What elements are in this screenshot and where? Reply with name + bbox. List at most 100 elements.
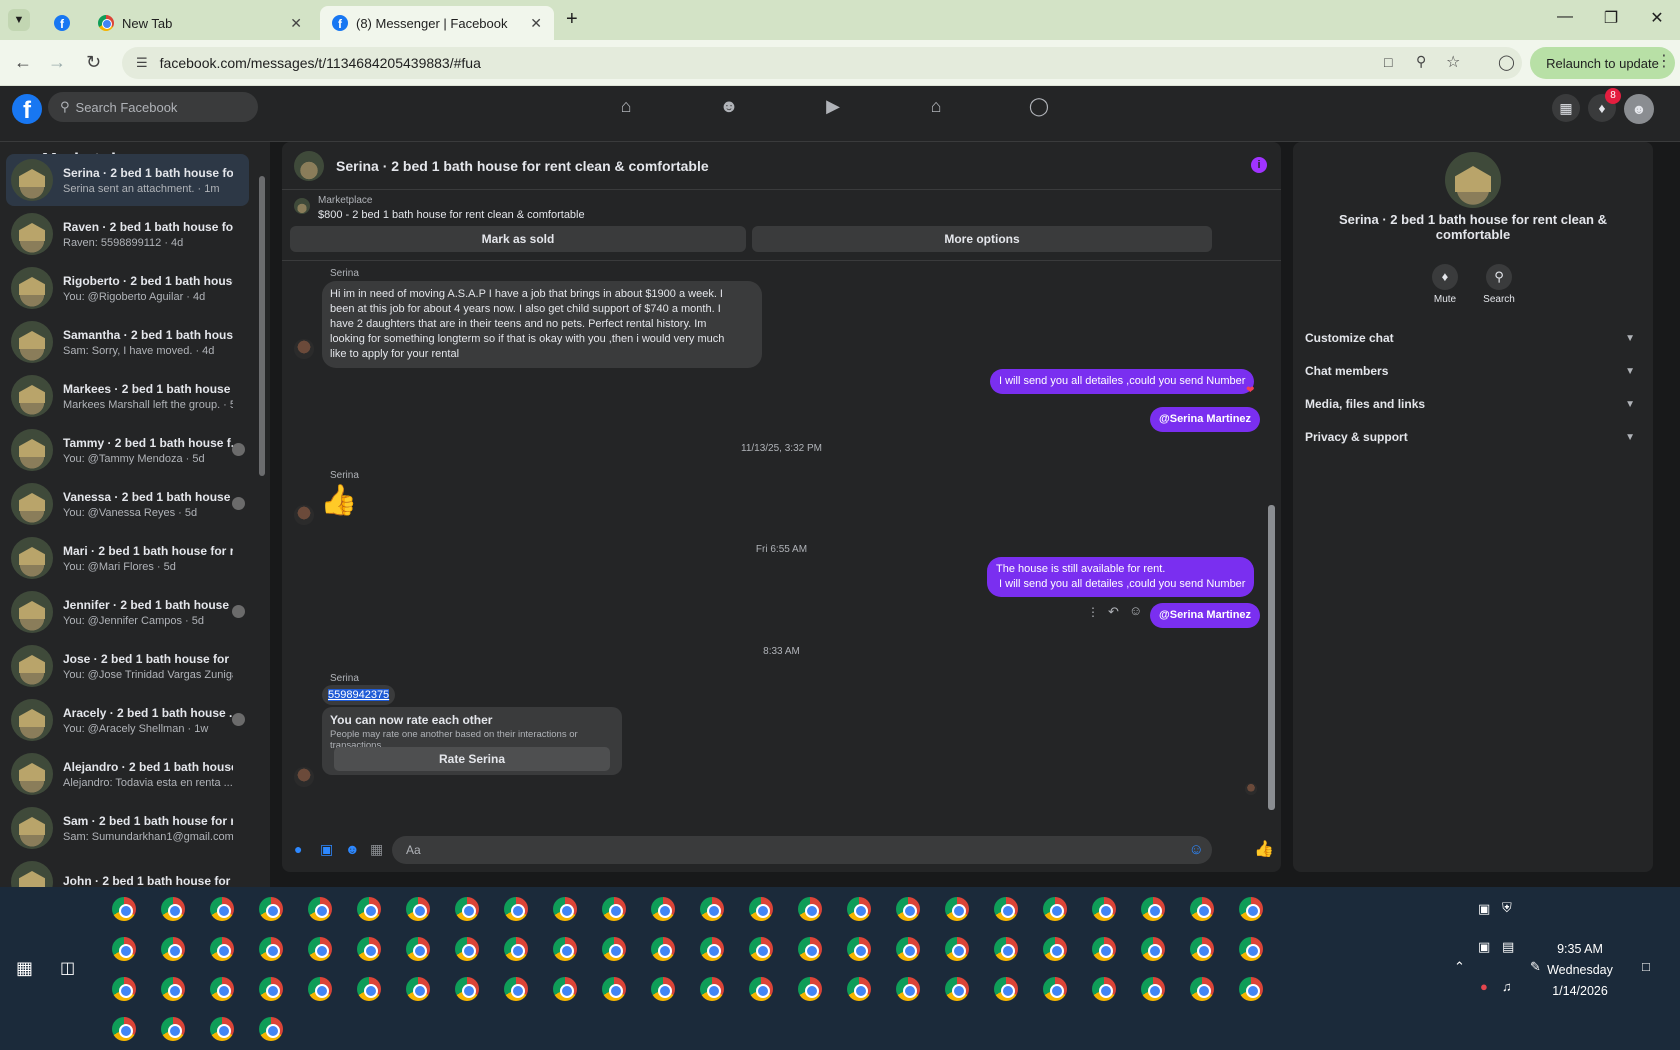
tray-record-icon[interactable]: ● (1480, 979, 1488, 994)
close-window-icon[interactable]: ✕ (1634, 8, 1680, 28)
conversation-item[interactable]: Tammy · 2 bed 1 bath house f... You: @Tam… (6, 424, 249, 476)
chat-members-section[interactable]: Chat members ▼ (1305, 359, 1641, 383)
chrome-taskbar-icon[interactable] (1190, 977, 1214, 1001)
more-actions-icon[interactable]: ⋮ (1087, 605, 1099, 619)
chrome-taskbar-icon[interactable] (259, 977, 283, 1001)
privacy-support-section[interactable]: Privacy & support ▼ (1305, 425, 1641, 449)
chrome-taskbar-icon[interactable] (357, 897, 381, 921)
chrome-taskbar-icon[interactable] (504, 977, 528, 1001)
chrome-taskbar-icon[interactable] (700, 897, 724, 921)
chrome-taskbar-icon[interactable] (651, 977, 675, 1001)
chrome-taskbar-icon[interactable] (357, 937, 381, 961)
thumbs-up-icon[interactable]: 👍 (320, 483, 357, 518)
conversation-list-scroll-thumb[interactable] (259, 176, 265, 476)
chrome-taskbar-icon[interactable] (1239, 977, 1263, 1001)
chrome-taskbar-icon[interactable] (553, 897, 577, 921)
chrome-taskbar-icon[interactable] (210, 937, 234, 961)
chrome-taskbar-icon[interactable] (847, 937, 871, 961)
chrome-taskbar-icon[interactable] (945, 937, 969, 961)
incoming-message[interactable]: Hi im in need of moving A.S.A.P I have a… (322, 281, 762, 368)
chrome-taskbar-icon[interactable] (749, 977, 773, 1001)
chrome-taskbar-icon[interactable] (798, 937, 822, 961)
windows-start-icon[interactable]: ▦ (16, 958, 33, 979)
outgoing-message[interactable]: The house is still available for rent. I… (987, 557, 1255, 597)
outgoing-mention[interactable]: @Serina Martinez (1150, 407, 1261, 432)
chrome-taskbar-icon[interactable] (700, 937, 724, 961)
chrome-taskbar-icon[interactable] (1043, 937, 1067, 961)
chrome-taskbar-icon[interactable] (602, 937, 626, 961)
chrome-taskbar-icon[interactable] (749, 937, 773, 961)
tab-facebook-pinned[interactable]: f (42, 6, 82, 40)
network-icon[interactable]: ▤ (1502, 939, 1514, 955)
chrome-taskbar-icon[interactable] (749, 897, 773, 921)
chrome-taskbar-icon[interactable] (161, 1017, 185, 1041)
outgoing-message[interactable]: I will send you all detailes ,could you … (990, 369, 1255, 394)
phone-number-link[interactable]: 5598942375 (328, 689, 390, 701)
customize-chat-section[interactable]: Customize chat ▼ (1305, 326, 1641, 350)
chrome-taskbar-icon[interactable] (553, 977, 577, 1001)
chrome-taskbar-icon[interactable] (994, 977, 1018, 1001)
tab-messenger[interactable]: f (8) Messenger | Facebook ✕ (320, 6, 554, 40)
chrome-taskbar-icon[interactable] (210, 977, 234, 1001)
gif-icon[interactable]: ▦ (370, 841, 383, 858)
chrome-taskbar-icon[interactable] (308, 977, 332, 1001)
rate-serina-button[interactable]: Rate Serina (334, 747, 610, 771)
chrome-taskbar-icon[interactable] (896, 977, 920, 1001)
tab-search-chevron-icon[interactable]: ▼ (8, 9, 30, 31)
minimize-icon[interactable]: — (1542, 8, 1588, 26)
relaunch-button[interactable]: Relaunch to update (1530, 47, 1675, 79)
media-files-links-section[interactable]: Media, files and links ▼ (1305, 392, 1641, 416)
chrome-taskbar-icon[interactable] (308, 897, 332, 921)
conversation-item[interactable]: Jennifer · 2 bed 1 bath house ... You: @J… (6, 586, 249, 638)
chrome-taskbar-icon[interactable] (1092, 937, 1116, 961)
volume-icon[interactable]: ♫ (1502, 979, 1512, 994)
chrome-taskbar-icon[interactable] (504, 897, 528, 921)
sender-avatar[interactable] (294, 767, 314, 787)
chat-title[interactable]: Serina · 2 bed 1 bath house for rent cle… (336, 158, 709, 174)
facebook-search-input[interactable]: ⚲ Search Facebook (48, 92, 258, 122)
chrome-taskbar-icon[interactable] (210, 897, 234, 921)
conversation-item[interactable]: Serina · 2 bed 1 bath house for ... Serin… (6, 154, 249, 206)
account-avatar[interactable]: ☻ (1624, 94, 1654, 124)
marketplace-icon[interactable]: ⌂ (916, 96, 956, 117)
chrome-taskbar-icon[interactable] (406, 897, 430, 921)
notification-center-icon[interactable]: □ (1642, 959, 1650, 974)
home-icon[interactable]: ⌂ (606, 96, 646, 117)
chrome-taskbar-icon[interactable] (210, 1017, 234, 1041)
chrome-taskbar-icon[interactable] (847, 897, 871, 921)
chrome-taskbar-icon[interactable] (455, 977, 479, 1001)
apps-menu-icon[interactable]: ▦ (1552, 94, 1580, 122)
chrome-taskbar-icon[interactable] (798, 897, 822, 921)
bookmark-star-icon[interactable]: ☆ (1446, 52, 1460, 72)
reload-icon[interactable]: ↻ (86, 52, 101, 73)
chrome-taskbar-icon[interactable] (455, 897, 479, 921)
chat-info-avatar[interactable] (1445, 152, 1501, 208)
chrome-taskbar-icon[interactable] (945, 977, 969, 1001)
chrome-taskbar-icon[interactable] (994, 937, 1018, 961)
conversation-item[interactable]: Samantha · 2 bed 1 bath house ... Sam: So… (6, 316, 249, 368)
chrome-taskbar-icon[interactable] (1239, 897, 1263, 921)
chrome-taskbar-icon[interactable] (1141, 977, 1165, 1001)
message-input[interactable]: Aa ☺ (392, 836, 1212, 864)
chrome-taskbar-icon[interactable] (1141, 937, 1165, 961)
sender-avatar[interactable] (294, 339, 314, 359)
zoom-icon[interactable]: ⚲ (1416, 53, 1426, 70)
microphone-icon[interactable]: ● (294, 841, 302, 857)
phone-message[interactable]: 5598942375 (322, 685, 396, 705)
chrome-taskbar-icon[interactable] (602, 897, 626, 921)
conversation-item[interactable]: John · 2 bed 1 bath house for re... (6, 856, 249, 887)
chrome-taskbar-icon[interactable] (259, 937, 283, 961)
outgoing-mention[interactable]: @Serina Martinez (1150, 603, 1261, 628)
conversation-item[interactable]: Sam · 2 bed 1 bath house for re... Sam: S… (6, 802, 249, 854)
chrome-taskbar-icon[interactable] (112, 897, 136, 921)
conversation-item[interactable]: Alejandro · 2 bed 1 bath house f... Aleja… (6, 748, 249, 800)
meet-now-icon[interactable]: ▣ (1478, 901, 1490, 917)
security-shield-icon[interactable]: ⛨ (1502, 900, 1512, 916)
chrome-taskbar-icon[interactable] (651, 937, 675, 961)
system-clock[interactable]: 9:35 AM Wednesday 1/14/2026 (1525, 939, 1635, 1002)
close-tab-icon[interactable]: ✕ (530, 15, 542, 32)
show-hidden-icons-chevron-icon[interactable]: ⌃ (1454, 959, 1465, 975)
chrome-taskbar-icon[interactable] (896, 897, 920, 921)
chrome-taskbar-icon[interactable] (847, 977, 871, 1001)
chrome-taskbar-icon[interactable] (700, 977, 724, 1001)
